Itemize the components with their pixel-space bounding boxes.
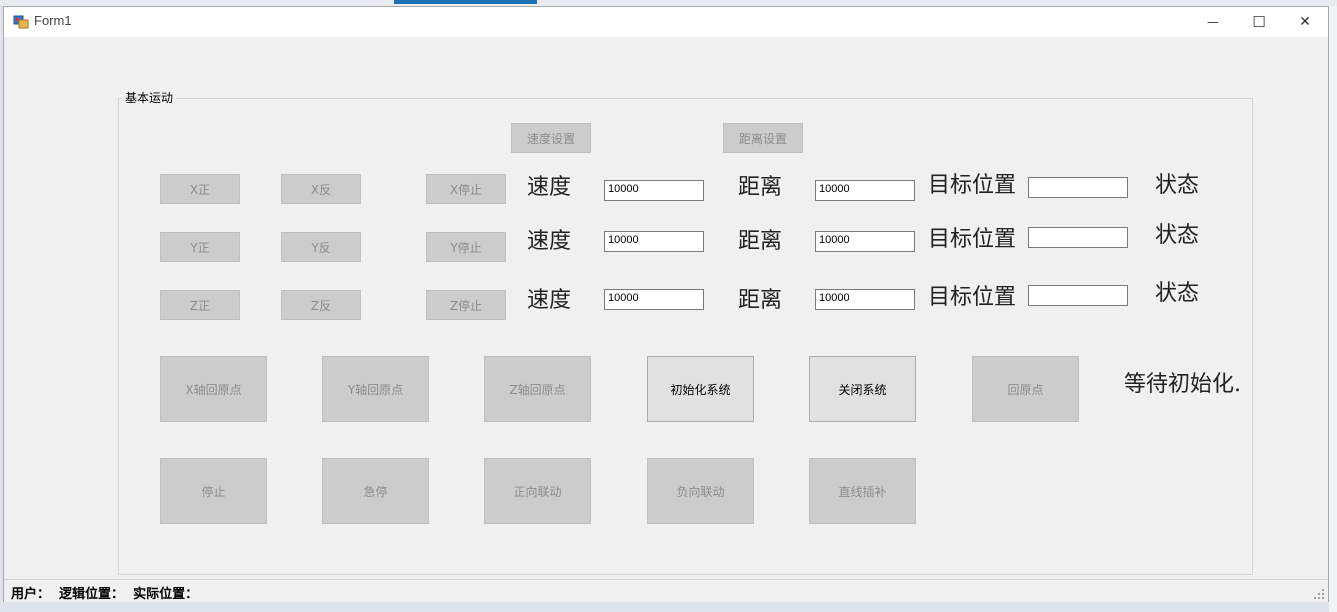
x-target-label: 目标位置 — [928, 173, 1017, 198]
z-speed-label: 速度 — [527, 288, 572, 313]
x-speed-label: 速度 — [527, 175, 572, 200]
window-title: Form1 — [34, 13, 72, 28]
x-positive-button[interactable]: X正 — [160, 174, 240, 204]
minimize-button[interactable]: — — [1190, 7, 1236, 37]
z-distance-label: 距离 — [738, 288, 783, 313]
y-stop-button[interactable]: Y停止 — [426, 232, 506, 262]
z-speed-input[interactable]: 10000 — [604, 289, 704, 310]
group-title: 基本运动 — [122, 89, 177, 106]
y-target-label: 目标位置 — [928, 227, 1017, 252]
minimize-icon: — — [1207, 15, 1219, 29]
x-state-label: 状态 — [1155, 173, 1200, 198]
y-speed-label: 速度 — [527, 229, 572, 254]
z-negative-button[interactable]: Z反 — [281, 290, 361, 320]
z-home-button[interactable]: Z轴回原点 — [484, 356, 591, 422]
backward-linkage-button[interactable]: 负向联动 — [647, 458, 754, 524]
z-target-label: 目标位置 — [928, 285, 1017, 310]
y-distance-input[interactable]: 10000 — [815, 231, 915, 252]
maximize-icon: ☐ — [1252, 13, 1266, 31]
system-status-label: 等待初始化. — [1124, 372, 1241, 397]
x-target-input[interactable] — [1028, 177, 1128, 198]
home-all-button[interactable]: 回原点 — [972, 356, 1079, 422]
x-home-button[interactable]: X轴回原点 — [160, 356, 267, 422]
y-state-label: 状态 — [1155, 223, 1200, 248]
y-home-button[interactable]: Y轴回原点 — [322, 356, 429, 422]
resize-grip-icon[interactable] — [1314, 589, 1324, 599]
close-icon: ✕ — [1299, 14, 1311, 30]
z-distance-input[interactable]: 10000 — [815, 289, 915, 310]
z-target-input[interactable] — [1028, 285, 1128, 306]
x-negative-button[interactable]: X反 — [281, 174, 361, 204]
app-icon — [13, 15, 29, 29]
y-distance-label: 距离 — [738, 229, 783, 254]
emergency-stop-button[interactable]: 急停 — [322, 458, 429, 524]
x-stop-button[interactable]: X停止 — [426, 174, 506, 204]
close-button[interactable]: ✕ — [1282, 7, 1328, 37]
z-stop-button[interactable]: Z停止 — [426, 290, 506, 320]
z-state-label: 状态 — [1155, 281, 1200, 306]
main-window: Form1 — ☐ ✕ 基本运动 速度设置 距离设置 X正 X反 X停止 速度 … — [3, 6, 1329, 602]
y-positive-button[interactable]: Y正 — [160, 232, 240, 262]
maximize-button[interactable]: ☐ — [1236, 7, 1282, 37]
x-distance-input[interactable]: 10000 — [815, 180, 915, 201]
speed-settings-button[interactable]: 速度设置 — [511, 123, 591, 153]
status-bar-text: 用户： 逻辑位置： 实际位置： — [11, 587, 199, 602]
title-bar[interactable]: Form1 — ☐ ✕ — [4, 7, 1328, 37]
init-system-button[interactable]: 初始化系统 — [647, 356, 754, 422]
linear-interpolation-button[interactable]: 直线插补 — [809, 458, 916, 524]
y-speed-input[interactable]: 10000 — [604, 231, 704, 252]
desktop-edge — [1329, 6, 1337, 612]
y-negative-button[interactable]: Y反 — [281, 232, 361, 262]
status-bar: 用户： 逻辑位置： 实际位置： — [4, 579, 1328, 602]
z-positive-button[interactable]: Z正 — [160, 290, 240, 320]
desktop-accent-bar — [394, 0, 537, 4]
distance-settings-button[interactable]: 距离设置 — [723, 123, 803, 153]
close-system-button[interactable]: 关闭系统 — [809, 356, 916, 422]
stop-button[interactable]: 停止 — [160, 458, 267, 524]
forward-linkage-button[interactable]: 正向联动 — [484, 458, 591, 524]
x-distance-label: 距离 — [738, 175, 783, 200]
y-target-input[interactable] — [1028, 227, 1128, 248]
x-speed-input[interactable]: 10000 — [604, 180, 704, 201]
